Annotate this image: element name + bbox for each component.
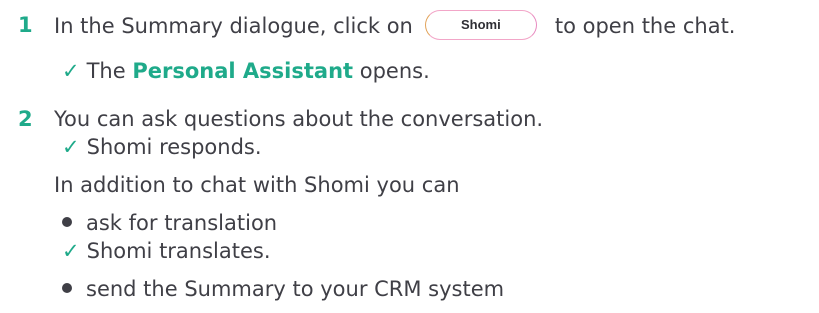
step-2-result: ✓ Shomi responds. [62, 134, 262, 160]
step-2-instruction: You can ask questions about the conversa… [54, 107, 544, 131]
list-item-result: ✓ Shomi translates. [62, 238, 271, 264]
bullet-icon [62, 283, 72, 293]
list-item-text: send the Summary to your CRM system [86, 277, 505, 301]
addition-intro: In addition to chat with Shomi you can [54, 173, 460, 197]
list-item-text: ask for translation [86, 211, 278, 235]
list-item: ask for translation [62, 210, 277, 236]
shomi-button[interactable]: Shomi [424, 10, 537, 40]
step-1-text-after: to open the chat. [554, 14, 736, 38]
step-1-text-before: In the Summary dialogue, click on [54, 14, 413, 38]
result-text: Shomi responds. [86, 135, 262, 159]
step-number: 2 [18, 107, 33, 131]
step-number: 1 [18, 13, 33, 37]
bullet-icon [62, 217, 72, 227]
result-text-before: The [86, 59, 126, 83]
list-item: send the Summary to your CRM system [62, 276, 504, 302]
personal-assistant-label: Personal Assistant [132, 59, 354, 83]
check-icon: ✓ [62, 239, 80, 263]
step-1-instruction: In the Summary dialogue, click on Shomi to… [54, 10, 736, 42]
check-icon: ✓ [62, 59, 80, 83]
result-text: Shomi translates. [86, 239, 271, 263]
result-text-after: opens. [359, 59, 430, 83]
step-1-result: ✓ The Personal Assistant opens. [62, 58, 430, 84]
check-icon: ✓ [62, 135, 80, 159]
